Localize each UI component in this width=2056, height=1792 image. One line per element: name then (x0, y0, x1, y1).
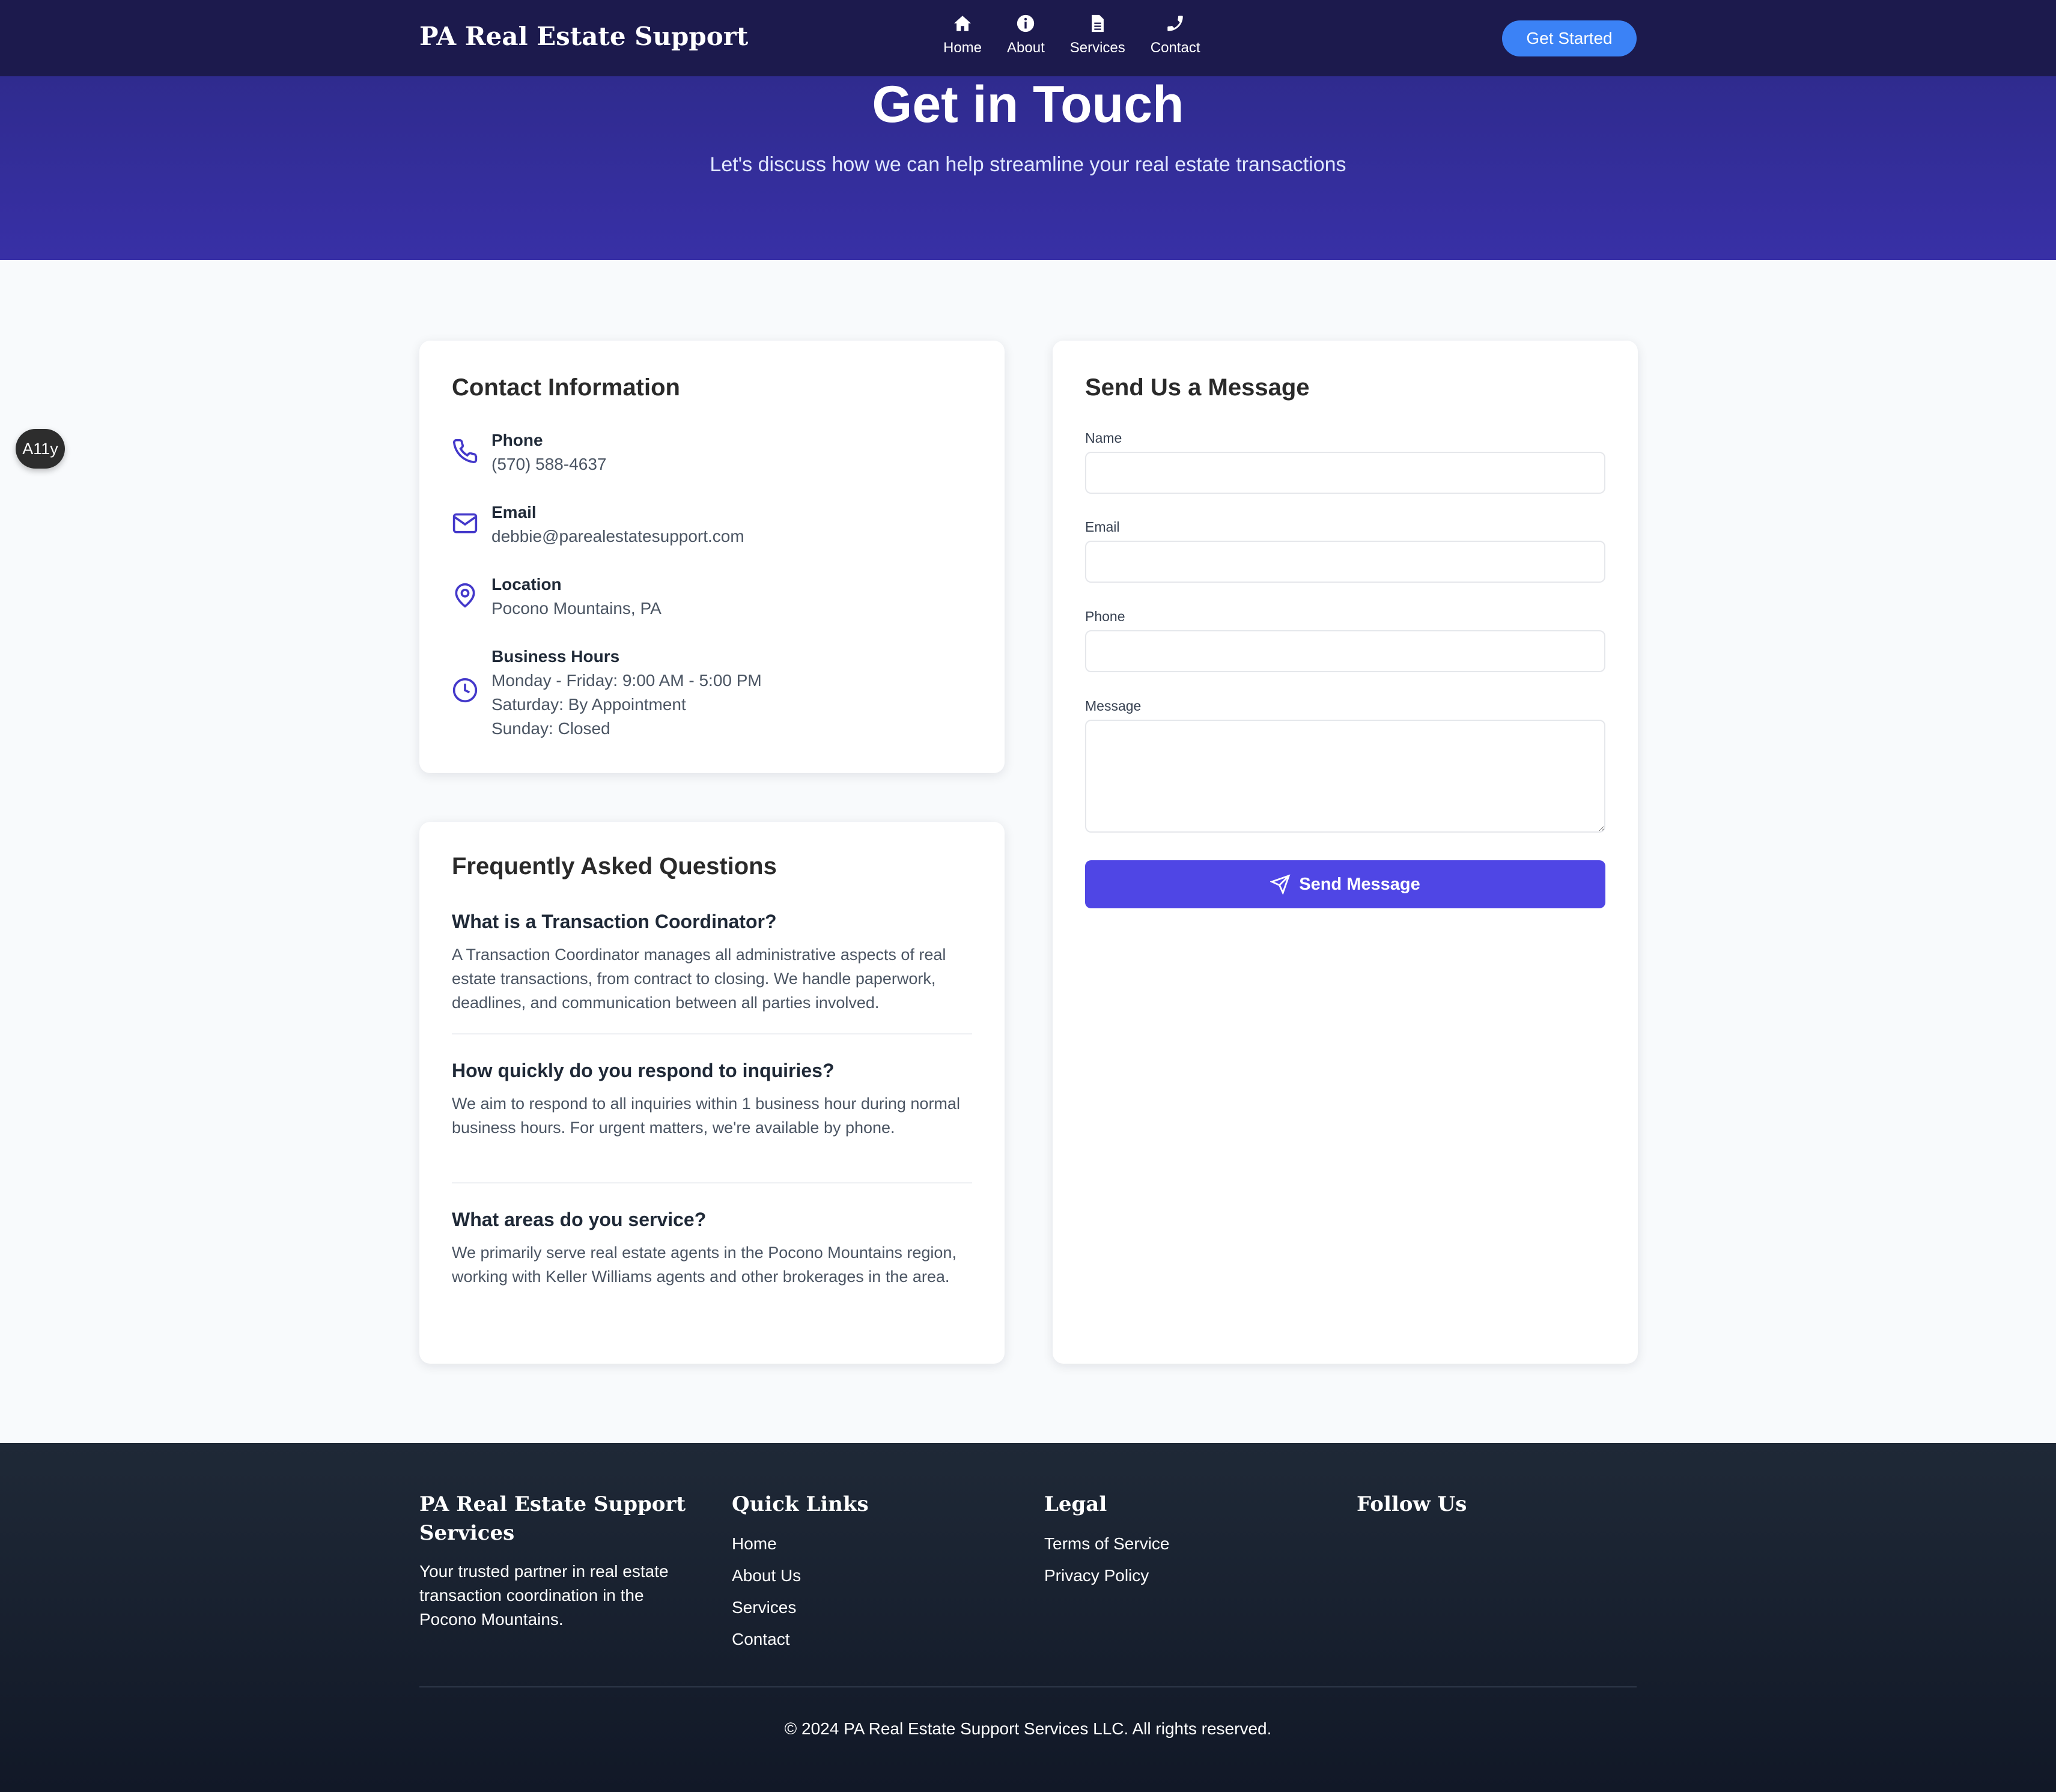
faq-card: Frequently Asked Questions What is a Tra… (419, 822, 1005, 1364)
name-label: Name (1085, 430, 1122, 446)
send-icon (1270, 874, 1291, 894)
phone-label: Phone (491, 431, 543, 449)
footer-quick-links: Quick Links Home About Us Services Conta… (732, 1490, 1008, 1659)
document-icon (1091, 14, 1104, 32)
mail-icon (452, 510, 478, 536)
form-title: Send Us a Message (1085, 374, 1310, 401)
faq-divider (452, 1033, 972, 1034)
name-field[interactable] (1085, 452, 1605, 494)
faq-question: What is a Transaction Coordinator? (452, 911, 777, 932)
footer-link-contact[interactable]: Contact (732, 1627, 1008, 1651)
contact-location: Location Pocono Mountains, PA (452, 573, 662, 621)
footer-about-title: PA Real Estate Support Services (419, 1492, 686, 1545)
nav-item-services[interactable]: Services (1070, 13, 1125, 56)
send-message-button[interactable]: Send Message (1085, 860, 1605, 908)
phone-icon (1167, 16, 1183, 31)
message-label: Message (1085, 698, 1142, 714)
faq-divider (452, 1182, 972, 1183)
nav-item-home[interactable]: Home (943, 13, 982, 56)
faq-question: How quickly do you respond to inquiries? (452, 1060, 835, 1081)
phone-label: Phone (1085, 609, 1125, 624)
message-form-card: Send Us a Message Name Email Phone Messa… (1053, 341, 1638, 1364)
footer-link-home[interactable]: Home (732, 1532, 1008, 1556)
faq-answer: We primarily serve real estate agents in… (452, 1244, 957, 1286)
site-header: PA Real Estate Support Home About Servic… (0, 0, 2056, 76)
clock-icon (452, 677, 478, 703)
faq-question: What areas do you service? (452, 1209, 707, 1230)
info-icon (1017, 14, 1035, 32)
get-started-button[interactable]: Get Started (1502, 20, 1637, 56)
main-nav: Home About Services Contact (943, 13, 1226, 56)
contact-info-card: Contact Information Phone (570) 588-4637… (419, 341, 1005, 773)
footer-link-privacy[interactable]: Privacy Policy (1044, 1564, 1321, 1588)
footer-link-about[interactable]: About Us (732, 1564, 1008, 1588)
faq-item: What is a Transaction Coordinator? A Tra… (452, 911, 972, 1015)
contact-info-title: Contact Information (452, 374, 680, 401)
map-pin-icon (452, 582, 478, 609)
email-label: Email (1085, 519, 1120, 535)
footer-link-terms[interactable]: Terms of Service (1044, 1532, 1321, 1556)
phone-value[interactable]: (570) 588-4637 (491, 452, 606, 476)
send-message-label: Send Message (1299, 874, 1420, 894)
legal-title: Legal (1044, 1492, 1107, 1516)
faq-item: What areas do you service? We primarily … (452, 1209, 972, 1289)
site-footer: PA Real Estate Support Services Your tru… (0, 1443, 2056, 1792)
nav-label: About (1007, 40, 1045, 56)
hours-saturday: Saturday: By Appointment (491, 695, 686, 714)
copyright-text: © 2024 PA Real Estate Support Services L… (784, 1719, 1272, 1738)
hours-sunday: Sunday: Closed (491, 719, 610, 738)
follow-us-title: Follow Us (1357, 1492, 1467, 1516)
location-label: Location (491, 575, 562, 594)
contact-email: Email debbie@parealestatesupport.com (452, 500, 744, 548)
faq-item: How quickly do you respond to inquiries?… (452, 1060, 972, 1140)
nav-label: Home (943, 40, 982, 56)
hours-label: Business Hours (491, 647, 620, 666)
faq-title: Frequently Asked Questions (452, 853, 777, 879)
nav-item-about[interactable]: About (1007, 13, 1045, 56)
email-field[interactable] (1085, 541, 1605, 583)
phone-field[interactable] (1085, 630, 1605, 672)
footer-follow: Follow Us (1357, 1490, 1633, 1519)
hero-section: Get in Touch Let's discuss how we can he… (0, 76, 2056, 260)
page-subtitle: Let's discuss how we can help streamline… (710, 153, 1346, 176)
contact-phone: Phone (570) 588-4637 (452, 428, 606, 476)
contact-hours: Business Hours Monday - Friday: 9:00 AM … (452, 645, 762, 741)
faq-answer: A Transaction Coordinator manages all ad… (452, 946, 946, 1012)
footer-divider (419, 1686, 1637, 1687)
faq-answer: We aim to respond to all inquiries withi… (452, 1095, 960, 1137)
phone-icon (452, 438, 478, 464)
footer-about-text: Your trusted partner in real estate tran… (419, 1562, 669, 1629)
brand-logo-text[interactable]: PA Real Estate Support (419, 22, 748, 51)
nav-item-contact[interactable]: Contact (1151, 13, 1200, 56)
footer-about: PA Real Estate Support Services Your tru… (419, 1490, 696, 1632)
location-value: Pocono Mountains, PA (491, 599, 662, 618)
nav-label: Services (1069, 40, 1125, 56)
hours-weekday: Monday - Friday: 9:00 AM - 5:00 PM (491, 671, 762, 690)
footer-legal: Legal Terms of Service Privacy Policy (1044, 1490, 1321, 1596)
email-value[interactable]: debbie@parealestatesupport.com (491, 524, 744, 548)
message-field[interactable] (1085, 720, 1605, 833)
home-icon (953, 16, 972, 31)
page-title: Get in Touch (872, 76, 1184, 133)
quick-links-title: Quick Links (732, 1492, 869, 1516)
nav-label: Contact (1150, 40, 1200, 56)
accessibility-button[interactable]: A11y (16, 429, 65, 469)
email-label: Email (491, 503, 537, 521)
footer-link-services[interactable]: Services (732, 1596, 1008, 1620)
